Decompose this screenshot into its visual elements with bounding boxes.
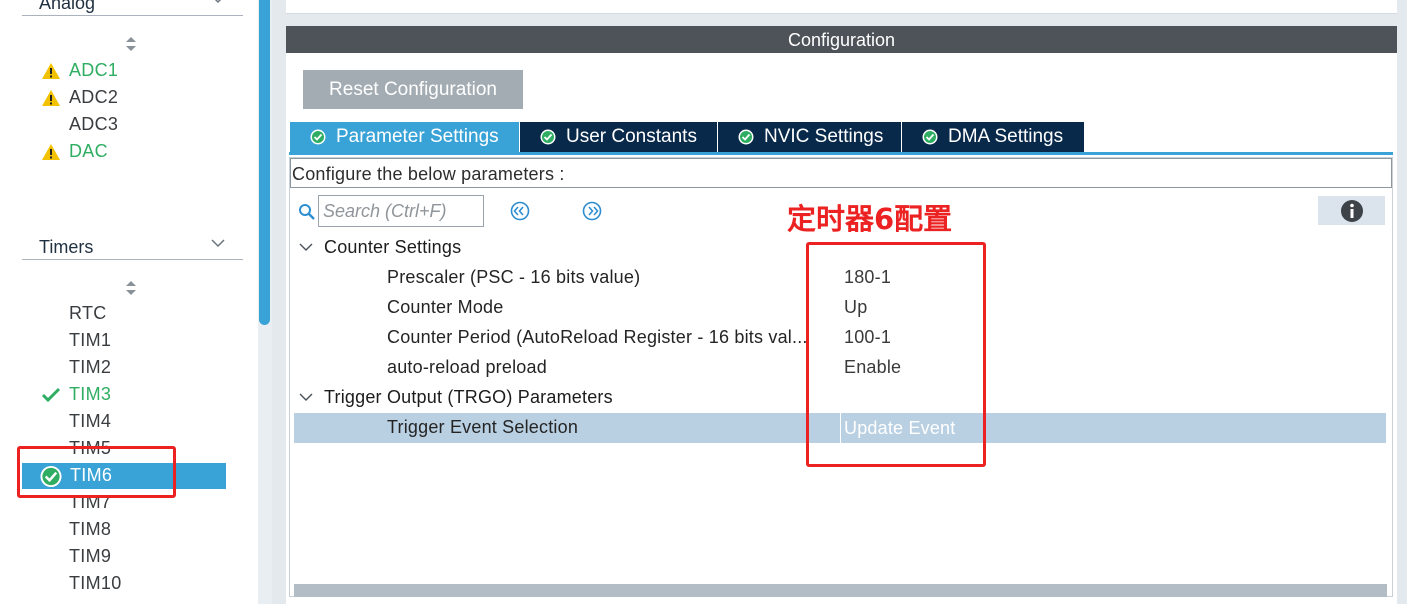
sidebar-scrollbar-thumb[interactable] — [259, 0, 270, 325]
chevron-down-icon — [214, 0, 222, 4]
check-circle-icon — [540, 129, 556, 145]
sidebar-item-adc1[interactable]: ADC1 — [22, 58, 226, 84]
chevron-down-icon — [299, 243, 313, 251]
sidebar-item-label: TIM1 — [69, 330, 112, 350]
param-name: Prescaler (PSC - 16 bits value) — [387, 267, 641, 287]
category-header-timers[interactable]: Timers — [22, 232, 243, 260]
sidebar-item-tim8[interactable]: TIM8 — [22, 517, 226, 543]
sidebar-item-rtc[interactable]: RTC — [22, 301, 226, 327]
check-circle-icon — [922, 129, 938, 145]
sidebar-item-label: TIM9 — [69, 546, 112, 566]
group-label: Trigger Output (TRGO) Parameters — [324, 387, 613, 407]
chevron-down-icon — [211, 239, 225, 248]
search-previous-icon[interactable] — [510, 201, 530, 221]
check-circle-icon — [310, 129, 326, 145]
tab-nvic-settings[interactable]: NVIC Settings — [718, 122, 901, 152]
annotation-highlight-values — [806, 242, 986, 467]
info-button[interactable] — [1318, 196, 1385, 225]
tab-label: User Constants — [566, 126, 697, 147]
sidebar-item-tim1[interactable]: TIM1 — [22, 328, 226, 354]
tab-user-constants[interactable]: User Constants — [520, 122, 717, 152]
tab-label: Parameter Settings — [336, 126, 499, 147]
tab-dma-settings[interactable]: DMA Settings — [902, 122, 1084, 152]
sidebar-item-label: ADC3 — [69, 114, 119, 134]
search-icon — [299, 204, 315, 220]
sort-icon[interactable] — [124, 279, 138, 297]
sidebar-item-tim4[interactable]: TIM4 — [22, 409, 226, 435]
sidebar-item-tim10[interactable]: TIM10 — [22, 571, 226, 597]
info-icon — [1341, 200, 1363, 222]
search-next-icon[interactable] — [582, 201, 602, 221]
sidebar-item-label: TIM3 — [69, 384, 112, 404]
warning-icon — [42, 90, 60, 106]
param-name: auto-reload preload — [387, 357, 547, 377]
configuration-title-bar: Configuration — [286, 26, 1397, 53]
sidebar-item-label: RTC — [69, 303, 107, 323]
group-label: Counter Settings — [324, 237, 462, 257]
tab-label: NVIC Settings — [764, 126, 884, 147]
configure-parameters-label: Configure the below parameters : — [290, 158, 1392, 188]
reset-configuration-button[interactable]: Reset Configuration — [303, 70, 523, 109]
sidebar-item-label: ADC1 — [69, 60, 119, 80]
search-input[interactable] — [318, 195, 484, 227]
sidebar-item-dac[interactable]: DAC — [22, 139, 226, 165]
mode-panel-bottom — [286, 0, 1397, 14]
warning-icon — [42, 63, 60, 79]
tab-label: DMA Settings — [948, 126, 1064, 147]
sidebar-item-label: TIM2 — [69, 357, 112, 377]
check-circle-icon — [738, 129, 754, 145]
param-name: Counter Mode — [387, 297, 504, 317]
panel-gap — [286, 14, 1397, 26]
window-edge — [1397, 0, 1407, 604]
sidebar-item-tim3[interactable]: TIM3 — [22, 382, 226, 408]
annotation-text: 定时器6配置 — [787, 202, 953, 236]
sidebar-item-adc2[interactable]: ADC2 — [22, 85, 226, 111]
warning-icon — [42, 144, 60, 160]
tab-parameter-settings[interactable]: Parameter Settings — [290, 122, 519, 152]
horizontal-scrollbar[interactable] — [294, 584, 1387, 597]
sidebar-item-tim2[interactable]: TIM2 — [22, 355, 226, 381]
sidebar-item-label: ADC2 — [69, 87, 119, 107]
param-name: Trigger Event Selection — [387, 417, 579, 437]
sidebar-item-label: DAC — [69, 141, 108, 161]
sidebar-item-label: TIM10 — [69, 573, 122, 593]
sidebar: Analog ADC1 ADC2 ADC3 DAC Timers RTC TIM… — [0, 0, 258, 604]
chevron-down-icon — [299, 393, 313, 401]
category-header-analog[interactable]: Analog — [22, 0, 243, 16]
param-name: Counter Period (AutoReload Register - 16… — [387, 327, 808, 347]
tab-underline — [289, 152, 1393, 155]
sidebar-item-label: TIM4 — [69, 411, 112, 431]
sidebar-item-adc3[interactable]: ADC3 — [22, 112, 226, 138]
sidebar-item-label: TIM8 — [69, 519, 112, 539]
panel-divider[interactable] — [272, 0, 286, 604]
sidebar-item-tim9[interactable]: TIM9 — [22, 544, 226, 570]
category-label: Timers — [39, 237, 94, 257]
category-label: Analog — [39, 0, 96, 13]
checkmark-icon — [41, 387, 61, 403]
sort-icon[interactable] — [124, 35, 138, 53]
annotation-highlight-tim6 — [17, 446, 176, 498]
